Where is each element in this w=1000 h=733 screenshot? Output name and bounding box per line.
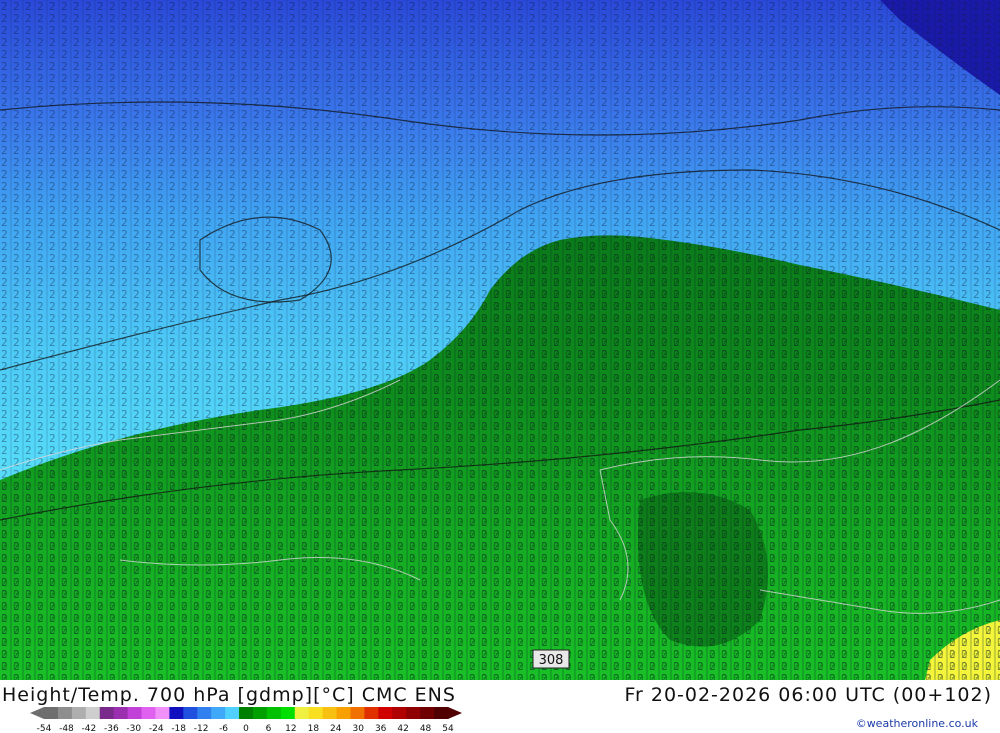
legend-tick-label: -12 <box>194 724 209 733</box>
legend-swatch <box>392 707 407 719</box>
legend-tick-label: -42 <box>82 724 97 733</box>
legend-tick-label: -24 <box>149 724 164 733</box>
legend-swatch <box>44 707 59 719</box>
legend-swatch <box>99 707 115 719</box>
map-title: Height/Temp. 700 hPa [gdmp][°C] CMC ENS <box>2 684 456 706</box>
legend-tick-label: -30 <box>126 724 141 733</box>
legend-tick-label: 24 <box>330 724 342 733</box>
legend-tick-label: 6 <box>266 724 272 733</box>
legend-swatch <box>183 707 198 719</box>
legend-tick-label: -54 <box>37 724 52 733</box>
legend-tick-label: 42 <box>397 724 408 733</box>
legend-swatch <box>57 707 73 719</box>
legend-swatch <box>406 707 421 719</box>
contour-label-box: 308 <box>532 649 570 669</box>
legend-swatch <box>211 707 226 719</box>
legend-swatch <box>364 707 379 719</box>
legend-swatch <box>239 707 254 719</box>
legend-swatch <box>420 707 435 719</box>
legend-tick-label: 54 <box>442 724 454 733</box>
legend-tick-label: 0 <box>243 724 249 733</box>
legend-tick-label: 36 <box>375 724 387 733</box>
legend-swatch <box>322 707 338 719</box>
legend-swatch <box>336 707 351 719</box>
legend-swatch <box>155 707 170 719</box>
footer: Height/Temp. 700 hPa [gdmp][°C] CMC ENS … <box>0 680 1000 733</box>
legend-swatch <box>85 707 101 719</box>
legend-swatch <box>127 707 143 719</box>
legend-swatch <box>225 707 240 719</box>
credit-link[interactable]: ©weatheronline.co.uk <box>856 717 978 730</box>
legend-arrow-right <box>448 707 462 719</box>
legend-tick-label: 48 <box>420 724 432 733</box>
legend-tick-label: 30 <box>352 724 364 733</box>
legend-ticks: -54 -48 -42 -36 -30 -24 -18 -12 -6 0 6 12 18 24 30 36 42… <box>37 724 454 733</box>
legend-swatch <box>308 707 324 719</box>
legend-swatch <box>71 707 87 719</box>
legend-tick-label: -36 <box>104 724 119 733</box>
weather-map: 2 0 308 <box>0 0 1000 680</box>
contour-label: 308 <box>539 653 564 668</box>
legend-swatch <box>169 707 184 719</box>
legend-swatch <box>378 707 393 719</box>
legend-swatch <box>141 707 156 719</box>
legend-tick-label: 18 <box>308 724 320 733</box>
legend-swatch <box>197 707 212 719</box>
legend-swatch <box>280 707 296 719</box>
legend-bar <box>30 707 462 719</box>
legend-tick-label: 12 <box>285 724 296 733</box>
legend-swatch <box>294 707 310 719</box>
legend-swatch <box>252 707 268 719</box>
legend-arrow-left <box>30 707 44 719</box>
legend-tick-label: -48 <box>59 724 74 733</box>
legend-tick-label: -6 <box>219 724 228 733</box>
legend-tick-label: -18 <box>171 724 186 733</box>
valid-time: Fr 20-02-2026 06:00 UTC (00+102) <box>624 684 992 706</box>
legend-swatch <box>350 707 365 719</box>
legend-swatch <box>113 707 129 719</box>
legend-swatch <box>434 707 449 719</box>
legend-swatch <box>266 707 282 719</box>
color-legend: -54 -48 -42 -36 -30 -24 -18 -12 -6 0 6 12 18 24 30 36 42… <box>30 707 462 733</box>
